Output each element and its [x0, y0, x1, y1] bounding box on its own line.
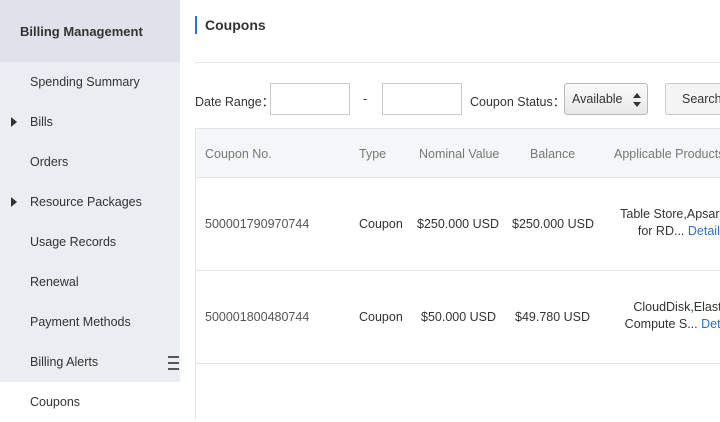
coupon-status-select[interactable]: Available: [564, 83, 648, 115]
start-date-input[interactable]: [270, 83, 350, 115]
end-date-input[interactable]: [382, 83, 462, 115]
details-link[interactable]: Details: [701, 317, 720, 331]
column-header-applicable-products: Applicable Products: [614, 147, 720, 161]
search-button-label: Search: [682, 92, 720, 106]
coupon-number: 500001790970744: [205, 217, 310, 231]
column-header-type: Type: [359, 147, 387, 161]
select-updown-icon: [633, 93, 641, 107]
coupon-type: Coupon: [359, 310, 403, 324]
table-row: 500001790970744 Coupon $250.000 USD $250…: [196, 178, 720, 271]
table-row: 500001800480744 Coupon $50.000 USD $49.7…: [196, 271, 720, 364]
sidebar-item-label: Renewal: [30, 275, 79, 289]
page-title: Coupons: [195, 16, 266, 34]
coupon-type: Coupon: [359, 217, 403, 231]
nominal-value: $50.000 USD: [421, 310, 497, 324]
sidebar-item-spending-summary[interactable]: Spending Summary: [0, 62, 180, 102]
products-text: CloudDisk,Elastic: [633, 300, 720, 314]
coupons-table: Coupon No. Type Nominal Value Balance Ap…: [195, 128, 720, 420]
date-range-separator: -: [363, 91, 368, 106]
caret-right-icon: [11, 197, 17, 207]
sidebar-item-coupons[interactable]: Coupons: [0, 382, 180, 422]
products-text-more: for RD...: [637, 224, 685, 238]
applicable-products: Table Store,ApsaraDB for RD... Details: [607, 206, 720, 240]
main-content: Coupons Date Range： - Coupon Status： Ava…: [180, 0, 720, 420]
balance: $49.780 USD: [515, 310, 591, 324]
products-text-more: Compute S...: [624, 317, 698, 331]
sidebar-item-label: Usage Records: [30, 235, 117, 249]
column-header-nominal-value: Nominal Value: [419, 147, 500, 161]
sidebar-item-label: Payment Methods: [30, 315, 131, 329]
sidebar-item-payment-methods[interactable]: Payment Methods: [0, 302, 180, 342]
sidebar-item-orders[interactable]: Orders: [0, 142, 180, 182]
caret-right-icon: [11, 117, 17, 127]
sidebar-item-label: Spending Summary: [30, 75, 140, 89]
coupon-status-label: Coupon Status：: [470, 95, 566, 109]
products-text: Table Store,ApsaraDB: [620, 207, 720, 221]
sidebar-item-label: Resource Packages: [30, 195, 142, 209]
search-button[interactable]: Search: [665, 83, 720, 115]
table-header: Coupon No. Type Nominal Value Balance Ap…: [196, 128, 720, 178]
balance: $250.000 USD: [512, 217, 595, 231]
sidebar-item-resource-packages[interactable]: Resource Packages: [0, 182, 180, 222]
date-range-label: Date Range：: [195, 95, 275, 109]
column-header-coupon-no: Coupon No.: [205, 147, 272, 161]
nominal-value: $250.000 USD: [417, 217, 500, 231]
sidebar-item-usage-records[interactable]: Usage Records: [0, 222, 180, 262]
sidebar-item-renewal[interactable]: Renewal: [0, 262, 180, 302]
sidebar-item-label: Orders: [30, 155, 69, 169]
sidebar-item-label: Coupons: [30, 395, 81, 409]
sidebar-title: Billing Management: [0, 0, 180, 62]
coupon-number: 500001800480744: [205, 310, 310, 324]
sidebar-item-label: Billing Alerts: [30, 355, 99, 369]
sidebar-collapse-icon[interactable]: [164, 352, 180, 374]
applicable-products: CloudDisk,Elastic Compute S... Details: [607, 299, 720, 333]
sidebar-item-billing-alerts[interactable]: Billing Alerts: [0, 342, 180, 382]
sidebar-item-bills[interactable]: Bills: [0, 102, 180, 142]
column-header-balance: Balance: [530, 147, 576, 161]
sidebar-item-label: Bills: [30, 115, 53, 129]
sidebar: Billing Management Spending Summary Bill…: [0, 0, 180, 422]
divider: [195, 62, 720, 63]
coupon-status-selected-value: Available: [572, 92, 623, 106]
details-link[interactable]: Details: [688, 224, 720, 238]
